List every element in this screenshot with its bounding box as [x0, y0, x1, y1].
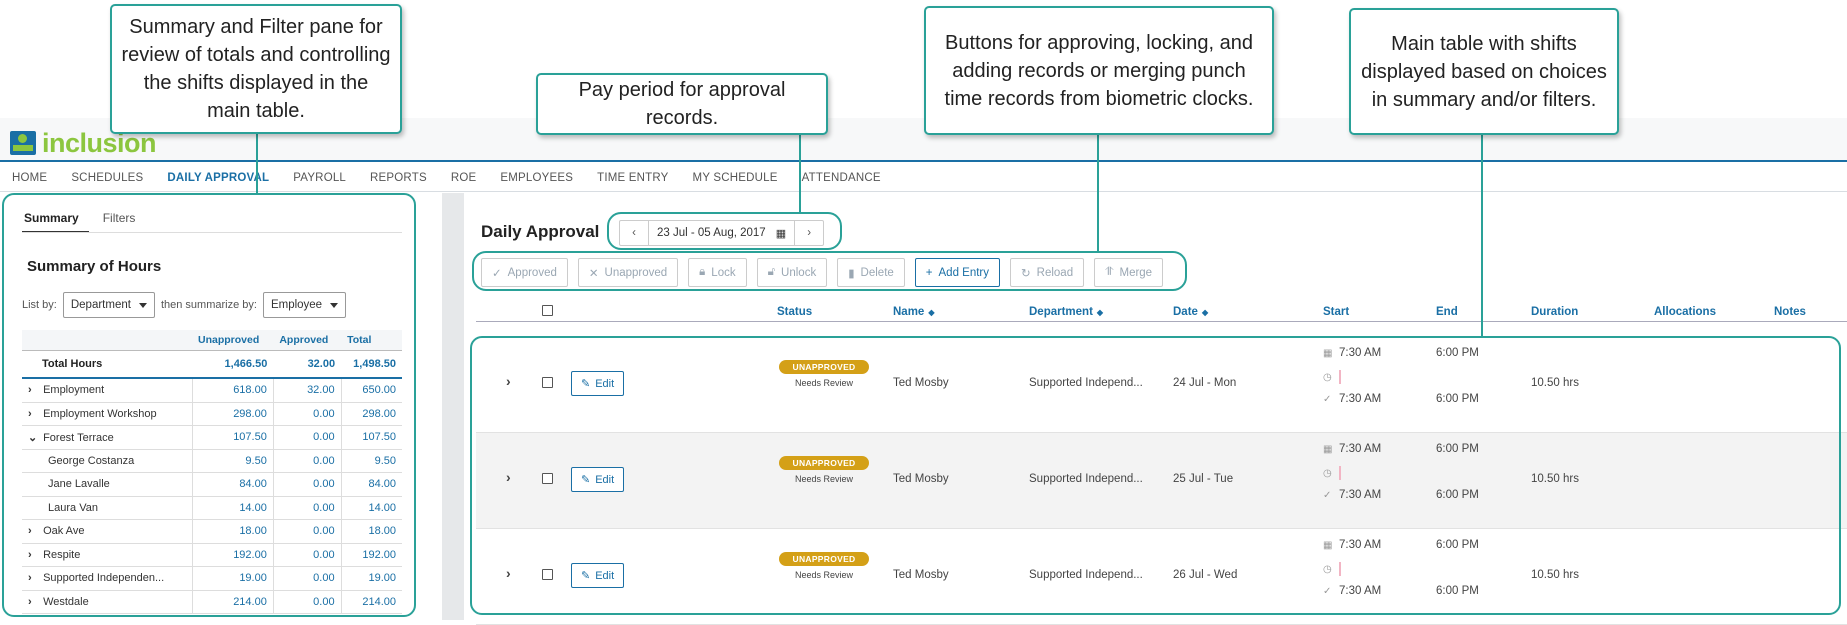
nav-item-employees[interactable]: EMPLOYEES [488, 172, 585, 184]
nav-item-daily-approval[interactable]: DAILY APPROVAL [155, 172, 281, 184]
summary-callout-line [256, 134, 258, 193]
pay-period-highlight [607, 212, 842, 250]
nav-item-attendance[interactable]: ATTENDANCE [790, 172, 893, 184]
nav-item-home[interactable]: HOME [0, 172, 59, 184]
pane-splitter[interactable] [442, 193, 464, 620]
col-notes: Notes [1774, 305, 1806, 318]
col-status: Status [777, 305, 813, 318]
nav-item-reports[interactable]: REPORTS [358, 172, 439, 184]
nav-item-roe[interactable]: ROE [439, 172, 489, 184]
col-duration: Duration [1531, 305, 1579, 318]
sort-icon: ◆ [928, 307, 935, 317]
page-title: Daily Approval [481, 222, 600, 241]
nav-item-schedules[interactable]: SCHEDULES [59, 172, 155, 184]
nav-item-payroll[interactable]: PAYROLL [281, 172, 358, 184]
sort-icon: ◆ [1096, 307, 1104, 317]
logo-icon [10, 131, 36, 155]
col-name[interactable]: Name ◆ [893, 306, 934, 318]
col-end: End [1436, 305, 1458, 318]
main-table-header: Status Name ◆ Department ◆ Date ◆ Start End… [476, 302, 1847, 322]
pay-period-callout-line [799, 135, 801, 214]
col-date[interactable]: Date ◆ [1173, 306, 1208, 318]
table-highlight [470, 336, 1841, 615]
table-callout-line [1481, 135, 1483, 338]
col-department[interactable]: Department ◆ [1029, 306, 1103, 318]
buttons-callout: Buttons for approving, locking, and addi… [924, 6, 1274, 135]
table-callout: Main table with shifts displayed based o… [1349, 8, 1619, 135]
main-nav: HOME SCHEDULES DAILY APPROVAL PAYROLL REPORT… [0, 164, 1847, 192]
sort-icon: ◆ [1201, 307, 1209, 317]
nav-item-my-schedule[interactable]: MY SCHEDULE [681, 172, 790, 184]
toolbar-highlight [472, 251, 1187, 291]
summary-callout: Summary and Filter pane for review of to… [110, 4, 402, 134]
buttons-callout-line [1097, 135, 1099, 253]
select-all-checkbox[interactable] [542, 304, 553, 319]
nav-item-time-entry[interactable]: TIME ENTRY [585, 172, 680, 184]
pay-period-callout: Pay period for approval records. [536, 73, 828, 135]
summary-pane-highlight [2, 193, 416, 617]
col-start: Start [1323, 305, 1350, 318]
col-allocations: Allocations [1654, 305, 1716, 318]
